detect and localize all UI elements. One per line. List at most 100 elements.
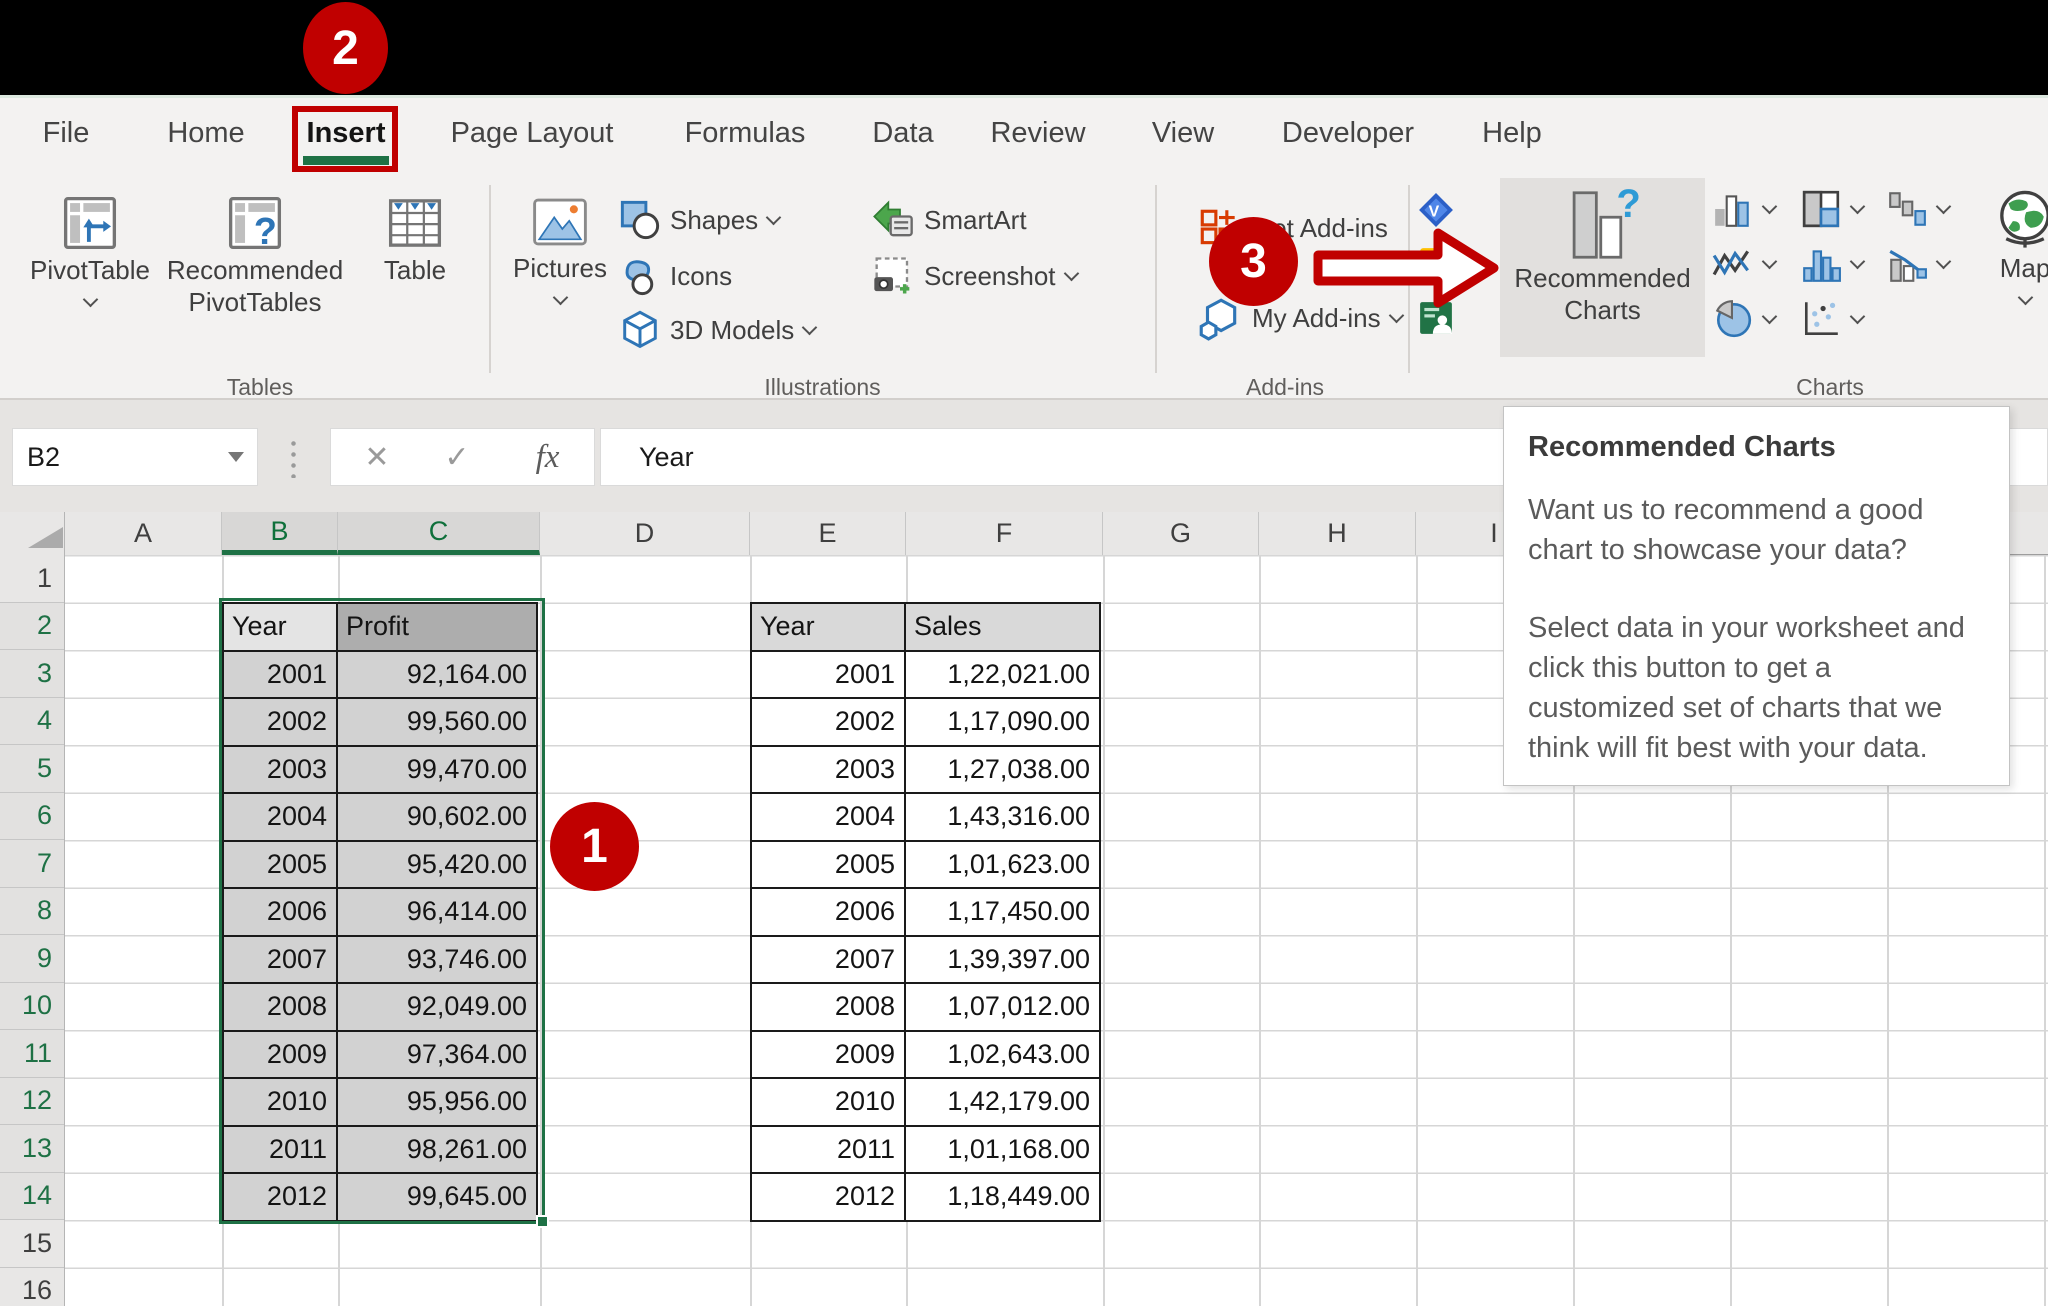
cell-b13[interactable]: 2011 — [224, 1126, 338, 1174]
pivottable-button[interactable]: PivotTable — [30, 192, 150, 308]
cell-f11[interactable]: 1,02,643.00 — [906, 1031, 1101, 1079]
insert-hierarchy-chart-button[interactable] — [1800, 188, 1866, 230]
cell-c9[interactable]: 93,746.00 — [338, 936, 538, 984]
insert-waterfall-chart-button[interactable] — [1886, 188, 1952, 230]
cell-c2[interactable]: Profit — [338, 604, 538, 652]
insert-function-icon[interactable]: fx — [520, 428, 575, 486]
row-header-12[interactable]: 12 — [0, 1077, 64, 1125]
cell-f7[interactable]: 1,01,623.00 — [906, 841, 1101, 889]
insert-pie-chart-button[interactable] — [1712, 298, 1778, 340]
cell-c14[interactable]: 99,645.00 — [338, 1174, 538, 1222]
screenshot-button[interactable]: Screenshot — [872, 256, 1079, 296]
cell-b2[interactable]: Year — [224, 604, 338, 652]
fill-handle[interactable] — [536, 1215, 549, 1228]
cell-b8[interactable]: 2006 — [224, 889, 338, 937]
maps-button[interactable]: Map — [1980, 188, 2048, 306]
column-header-b[interactable]: B — [222, 512, 338, 555]
recommended-pivottables-button[interactable]: ? Recommended PivotTables — [150, 192, 360, 318]
row-header-6[interactable]: 6 — [0, 792, 64, 840]
column-header-f[interactable]: F — [906, 512, 1103, 555]
table-button[interactable]: Table — [360, 192, 470, 286]
cell-b5[interactable]: 2003 — [224, 746, 338, 794]
chevron-down-icon[interactable] — [1761, 198, 1778, 215]
cell-b9[interactable]: 2007 — [224, 936, 338, 984]
cancel-icon[interactable]: ✕ — [352, 428, 402, 486]
cell-e4[interactable]: 2002 — [752, 699, 906, 747]
enter-icon[interactable]: ✓ — [432, 428, 482, 486]
chevron-down-icon[interactable] — [1063, 265, 1079, 282]
name-box-dropdown-icon[interactable] — [228, 452, 244, 462]
insert-histogram-chart-button[interactable] — [1800, 243, 1866, 285]
chevron-down-icon[interactable] — [2017, 289, 2033, 306]
cell-f10[interactable]: 1,07,012.00 — [906, 984, 1101, 1032]
cell-b14[interactable]: 2012 — [224, 1174, 338, 1222]
chevron-down-icon[interactable] — [1761, 308, 1778, 325]
insert-line-chart-button[interactable] — [1712, 243, 1778, 285]
chevron-down-icon[interactable] — [552, 289, 568, 306]
smartart-button[interactable]: SmartArt — [872, 200, 1027, 240]
cell-b12[interactable]: 2010 — [224, 1079, 338, 1127]
row-header-9[interactable]: 9 — [0, 935, 64, 983]
row-header-3[interactable]: 3 — [0, 650, 64, 698]
row-header-4[interactable]: 4 — [0, 697, 64, 745]
row-header-11[interactable]: 11 — [0, 1030, 64, 1078]
tab-file[interactable]: File — [43, 95, 90, 172]
cell-c12[interactable]: 95,956.00 — [338, 1079, 538, 1127]
cell-c4[interactable]: 99,560.00 — [338, 699, 538, 747]
chevron-down-icon[interactable] — [765, 209, 782, 226]
cell-f5[interactable]: 1,27,038.00 — [906, 746, 1101, 794]
chevron-down-icon[interactable] — [802, 319, 818, 336]
tab-formulas[interactable]: Formulas — [685, 95, 806, 172]
insert-combo-chart-button[interactable] — [1886, 243, 1952, 285]
cell-b11[interactable]: 2009 — [224, 1031, 338, 1079]
pictures-button[interactable]: Pictures — [505, 192, 615, 306]
cell-c10[interactable]: 92,049.00 — [338, 984, 538, 1032]
cell-b3[interactable]: 2001 — [224, 651, 338, 699]
tab-view[interactable]: View — [1152, 95, 1214, 172]
chevron-down-icon[interactable] — [1761, 253, 1778, 270]
tab-review[interactable]: Review — [990, 95, 1085, 172]
cell-e3[interactable]: 2001 — [752, 651, 906, 699]
cell-f13[interactable]: 1,01,168.00 — [906, 1126, 1101, 1174]
chevron-down-icon[interactable] — [1849, 198, 1866, 215]
cell-b6[interactable]: 2004 — [224, 794, 338, 842]
tab-page-layout[interactable]: Page Layout — [451, 95, 614, 172]
cell-e10[interactable]: 2008 — [752, 984, 906, 1032]
formula-bar-drag-handle[interactable] — [291, 438, 296, 478]
cell-c5[interactable]: 99,470.00 — [338, 746, 538, 794]
column-header-g[interactable]: G — [1103, 512, 1259, 555]
row-header-10[interactable]: 10 — [0, 982, 64, 1030]
cell-b10[interactable]: 2008 — [224, 984, 338, 1032]
cell-f6[interactable]: 1,43,316.00 — [906, 794, 1101, 842]
cell-b7[interactable]: 2005 — [224, 841, 338, 889]
3d-models-button[interactable]: 3D Models — [620, 310, 818, 350]
name-box[interactable]: B2 — [12, 428, 258, 486]
cell-b4[interactable]: 2002 — [224, 699, 338, 747]
cell-e2[interactable]: Year — [752, 604, 906, 652]
chevron-down-icon[interactable] — [82, 291, 98, 308]
cell-e13[interactable]: 2011 — [752, 1126, 906, 1174]
cell-e11[interactable]: 2009 — [752, 1031, 906, 1079]
cell-c13[interactable]: 98,261.00 — [338, 1126, 538, 1174]
row-header-1[interactable]: 1 — [0, 555, 64, 603]
cell-f14[interactable]: 1,18,449.00 — [906, 1174, 1101, 1222]
cell-c7[interactable]: 95,420.00 — [338, 841, 538, 889]
row-header-15[interactable]: 15 — [0, 1220, 64, 1268]
column-header-e[interactable]: E — [750, 512, 906, 555]
cell-c6[interactable]: 90,602.00 — [338, 794, 538, 842]
column-header-a[interactable]: A — [65, 512, 222, 555]
cell-e5[interactable]: 2003 — [752, 746, 906, 794]
cell-f8[interactable]: 1,17,450.00 — [906, 889, 1101, 937]
row-header-7[interactable]: 7 — [0, 840, 64, 888]
row-header-8[interactable]: 8 — [0, 887, 64, 935]
cell-c3[interactable]: 92,164.00 — [338, 651, 538, 699]
insert-scatter-chart-button[interactable] — [1800, 298, 1866, 340]
chevron-down-icon[interactable] — [1935, 198, 1952, 215]
tab-home[interactable]: Home — [167, 95, 244, 172]
cell-e8[interactable]: 2006 — [752, 889, 906, 937]
recommended-charts-button[interactable]: ? Recommended Charts — [1500, 178, 1705, 357]
tab-developer[interactable]: Developer — [1282, 95, 1414, 172]
cell-f12[interactable]: 1,42,179.00 — [906, 1079, 1101, 1127]
shapes-button[interactable]: Shapes — [620, 200, 782, 240]
cell-c8[interactable]: 96,414.00 — [338, 889, 538, 937]
